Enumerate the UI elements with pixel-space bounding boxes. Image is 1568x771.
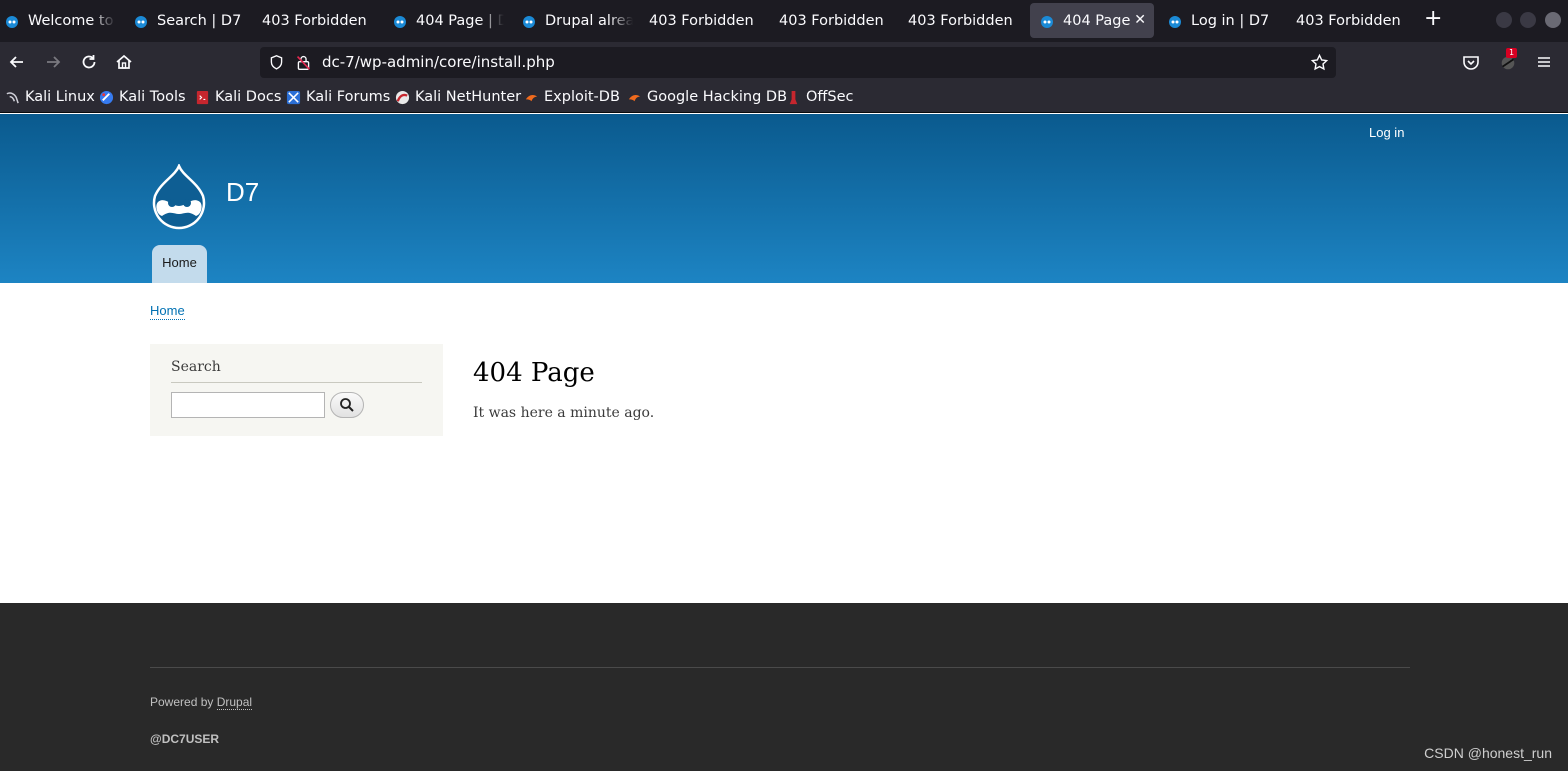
shield-icon[interactable]: [268, 54, 285, 71]
bookmark-kali-tools[interactable]: Kali Tools: [99, 89, 186, 105]
csdn-watermark: CSDN @honest_run: [1424, 745, 1552, 761]
url-text[interactable]: dc-7/wp-admin/core/install.php: [322, 53, 555, 71]
drupal-favicon-icon: [1169, 15, 1181, 28]
home-icon[interactable]: [114, 52, 134, 72]
bookmark-label: OffSec: [806, 89, 854, 105]
tab-close-icon[interactable]: ✕: [1134, 12, 1146, 28]
tab-label: 403 Forbidden: [649, 12, 754, 29]
tab-403-b[interactable]: 403 Forbidden: [649, 3, 759, 38]
powered-by-label: Powered by: [150, 695, 214, 709]
tab-label: 404 Page | D: [416, 12, 504, 29]
tab-404-active[interactable]: 404 Page | D ✕: [1030, 3, 1154, 38]
tab-label: 403 Forbidden: [779, 12, 884, 29]
tab-label: 403 Forbidden: [262, 12, 367, 29]
tab-404-a[interactable]: 404 Page | D: [392, 3, 504, 38]
navigation-toolbar: dc-7/wp-admin/core/install.php 1: [0, 42, 1568, 82]
powered-by-text: Powered by Drupal: [150, 695, 253, 710]
extension-button[interactable]: 1: [1497, 48, 1521, 74]
hamburger-menu-icon[interactable]: [1534, 52, 1554, 72]
tab-label: 404 Page | D: [1063, 12, 1133, 29]
bookmark-star-icon[interactable]: [1310, 53, 1329, 72]
extension-badge: 1: [1506, 48, 1518, 58]
bookmark-label: Kali Linux: [25, 89, 95, 105]
kali-nethunter-icon: [395, 90, 410, 104]
offsec-icon: [789, 90, 798, 104]
bookmark-offsec[interactable]: OffSec: [786, 89, 854, 105]
search-input[interactable]: [171, 392, 325, 418]
bookmark-label: Google Hacking DB: [647, 89, 788, 105]
footer-user-handle: @DC7USER: [150, 732, 220, 746]
pocket-icon[interactable]: [1461, 52, 1481, 72]
back-arrow-icon[interactable]: [7, 52, 27, 72]
insecure-lock-icon[interactable]: [295, 54, 312, 71]
bookmark-kali-linux[interactable]: Kali Linux: [5, 89, 95, 105]
search-submit-button[interactable]: [330, 392, 364, 418]
ghdb-icon: [628, 94, 641, 101]
magnifier-icon: [340, 398, 354, 412]
bookmark-label: Kali Forums: [306, 89, 391, 105]
login-link[interactable]: Log in: [1369, 125, 1404, 140]
bookmark-kali-docs[interactable]: Kali Docs: [195, 89, 281, 105]
tab-label: Welcome to K: [28, 12, 116, 29]
page-title: 404 Page: [473, 358, 595, 388]
bookmark-google-hacking-db[interactable]: Google Hacking DB: [627, 89, 787, 105]
tab-drupal-already[interactable]: Drupal alread: [521, 3, 633, 38]
tab-label: 403 Forbidden: [1296, 12, 1401, 29]
bookmark-label: Exploit-DB: [544, 89, 620, 105]
bookmarks-toolbar: Kali Linux Kali Tools Kali Docs Kali For…: [0, 82, 1568, 113]
kali-docs-icon: [196, 90, 209, 104]
window-close-button[interactable]: [1545, 12, 1561, 28]
tab-bar: Welcome to K Search | D7 403 Forbidden 4…: [0, 0, 1568, 42]
drupal-logo-icon[interactable]: [150, 164, 208, 230]
bookmark-exploit-db[interactable]: Exploit-DB: [524, 89, 620, 105]
tab-403-e[interactable]: 403 Forbidden: [1296, 3, 1406, 38]
new-tab-plus-icon[interactable]: +: [1424, 8, 1442, 30]
tab-search[interactable]: Search | D7: [133, 3, 243, 38]
breadcrumb-home-link[interactable]: Home: [150, 303, 185, 320]
page-body-text: It was here a minute ago.: [473, 405, 655, 421]
tab-login[interactable]: Log in | D7: [1167, 3, 1277, 38]
drupal-favicon-icon: [135, 15, 147, 28]
drupal-link[interactable]: Drupal: [216, 695, 253, 710]
footer-divider: [150, 667, 1410, 668]
search-block-title: Search: [171, 359, 221, 375]
tab-label: Search | D7: [157, 12, 242, 29]
bookmark-kali-forums[interactable]: Kali Forums: [286, 89, 390, 105]
window-minimize-button[interactable]: [1496, 12, 1512, 28]
site-name[interactable]: D7: [226, 177, 259, 208]
bookmark-label: Kali Docs: [215, 89, 282, 105]
window-maximize-button[interactable]: [1520, 12, 1536, 28]
kali-forums-icon: [286, 90, 301, 104]
block-divider: [171, 382, 422, 383]
bookmark-kali-nethunter[interactable]: Kali NetHunter: [395, 89, 521, 105]
sidebar-search-block: Search: [150, 344, 443, 436]
tab-welcome[interactable]: Welcome to K: [4, 3, 116, 38]
tab-label: 403 Forbidden: [908, 12, 1013, 29]
forward-arrow-icon[interactable]: [43, 52, 63, 72]
drupal-favicon-icon: [1041, 15, 1053, 28]
exploit-db-icon: [525, 94, 538, 101]
tab-label: Drupal alread: [545, 12, 633, 29]
kali-dragon-icon: [6, 91, 19, 103]
bookmark-label: Kali NetHunter: [415, 89, 522, 105]
drupal-favicon-icon: [523, 15, 535, 28]
tab-403-c[interactable]: 403 Forbidden: [779, 3, 889, 38]
tab-label: Log in | D7: [1191, 12, 1270, 29]
drupal-favicon-icon: [394, 15, 406, 28]
kali-tools-icon: [99, 90, 114, 104]
main-menu-home-tab[interactable]: Home: [152, 245, 207, 283]
site-footer: Powered by Drupal @DC7USER CSDN @honest_…: [0, 603, 1568, 771]
drupal-favicon-icon: [6, 15, 18, 28]
url-bar[interactable]: dc-7/wp-admin/core/install.php: [260, 47, 1336, 78]
tab-403-d[interactable]: 403 Forbidden: [908, 3, 1018, 38]
bookmark-label: Kali Tools: [119, 89, 186, 105]
reload-icon[interactable]: [79, 52, 99, 72]
tab-403-a[interactable]: 403 Forbidden: [262, 3, 372, 38]
site-header: Log in D7 Home: [0, 114, 1568, 283]
